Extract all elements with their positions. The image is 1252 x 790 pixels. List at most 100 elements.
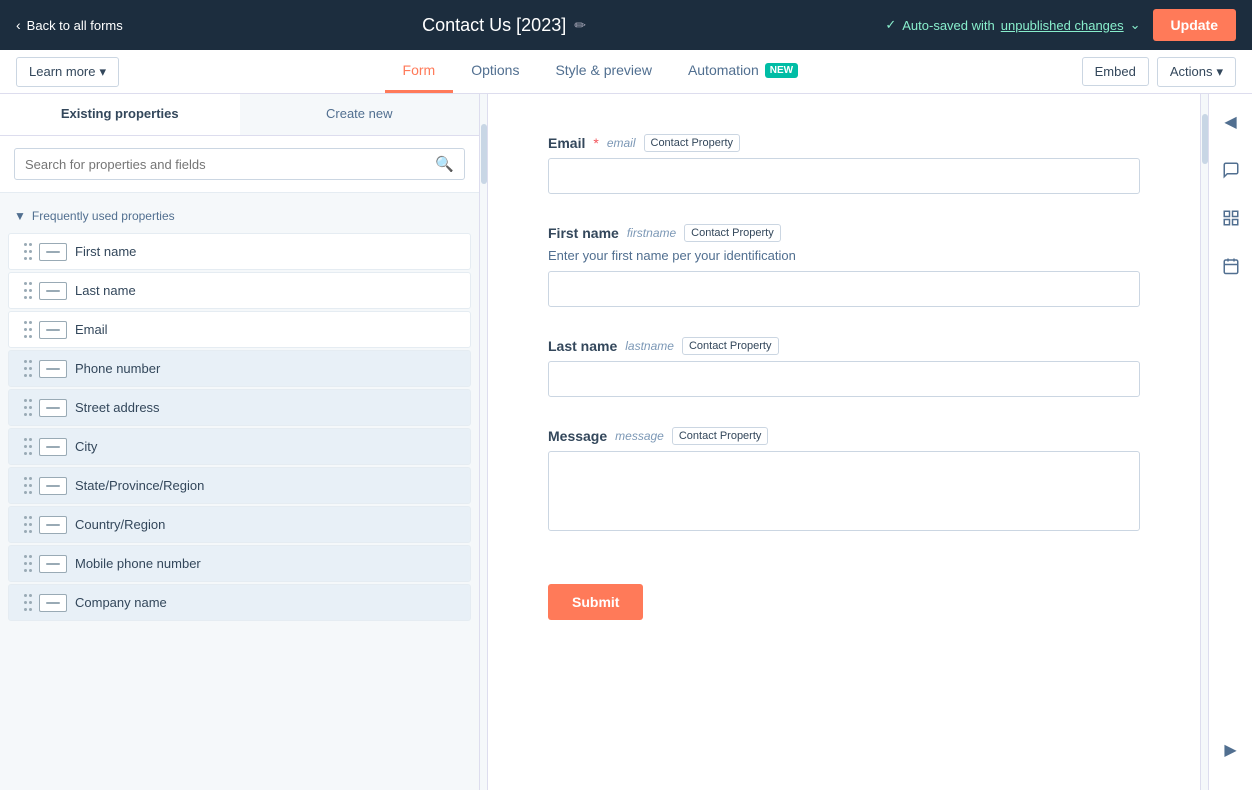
field-icon — [39, 516, 67, 534]
calendar-icon[interactable] — [1215, 250, 1247, 282]
email-slug: email — [607, 136, 636, 150]
list-item[interactable]: Phone number — [8, 350, 471, 387]
field-label-row: First name firstname Contact Property — [548, 224, 1140, 242]
list-item[interactable]: Street address — [8, 389, 471, 426]
update-button[interactable]: Update — [1153, 9, 1236, 41]
right-scrollbar — [1200, 94, 1208, 790]
learn-more-button[interactable]: Learn more ▾ — [16, 57, 119, 87]
scrollbar-thumb-right[interactable] — [1202, 114, 1208, 164]
field-icon — [39, 399, 67, 417]
list-item[interactable]: First name — [8, 233, 471, 270]
drag-handle-icon — [23, 476, 31, 495]
list-item[interactable]: Country/Region — [8, 506, 471, 543]
search-area: 🔍 — [0, 136, 479, 193]
field-icon — [39, 555, 67, 573]
scrollbar-thumb[interactable] — [481, 124, 487, 184]
checkmark-icon: ✓ — [885, 17, 896, 33]
property-name: City — [75, 439, 97, 454]
email-input[interactable] — [548, 158, 1140, 194]
lastname-slug: lastname — [625, 339, 674, 353]
field-label-row: Last name lastname Contact Property — [548, 337, 1140, 355]
chevron-down-icon: ▾ — [1216, 64, 1223, 80]
required-marker: * — [593, 135, 598, 151]
comment-icon[interactable] — [1215, 154, 1247, 186]
field-icon — [39, 243, 67, 261]
search-box: 🔍 — [14, 148, 465, 180]
firstname-label: First name — [548, 225, 619, 241]
panel-tab-switcher: Existing properties Create new — [0, 94, 479, 136]
embed-label: Embed — [1095, 64, 1136, 79]
top-bar: ‹ Back to all forms Contact Us [2023] ✏ … — [0, 0, 1252, 50]
email-label: Email — [548, 135, 585, 151]
drag-handle-icon — [23, 593, 31, 612]
firstname-input[interactable] — [548, 271, 1140, 307]
firstname-hint: Enter your first name per your identific… — [548, 248, 1140, 263]
collapse-icon[interactable]: ▼ — [14, 209, 26, 223]
property-name: State/Province/Region — [75, 478, 204, 493]
search-input[interactable] — [25, 157, 427, 172]
autosave-status: ✓ Auto-saved with unpublished changes ⌄ — [885, 17, 1140, 33]
lastname-property-badge: Contact Property — [682, 337, 779, 355]
drag-handle-icon — [23, 554, 31, 573]
top-bar-center: Contact Us [2023] ✏ — [422, 15, 586, 36]
left-scrollbar — [480, 94, 488, 790]
nav-bar: Learn more ▾ Form Options Style & previe… — [0, 50, 1252, 94]
property-name: First name — [75, 244, 136, 259]
list-item[interactable]: Company name — [8, 584, 471, 621]
property-name: Street address — [75, 400, 160, 415]
field-icon — [39, 360, 67, 378]
tab-automation[interactable]: Automation NEW — [670, 50, 816, 93]
field-icon — [39, 282, 67, 300]
grid-view-icon[interactable] — [1215, 202, 1247, 234]
email-property-badge: Contact Property — [644, 134, 741, 152]
list-item[interactable]: Email — [8, 311, 471, 348]
tab-create-new[interactable]: Create new — [240, 94, 480, 135]
property-name: Mobile phone number — [75, 556, 201, 571]
chevron-down-icon: ▾ — [99, 64, 106, 80]
nav-left: Learn more ▾ — [16, 57, 119, 87]
list-item[interactable]: Mobile phone number — [8, 545, 471, 582]
property-name: Last name — [75, 283, 136, 298]
lastname-input[interactable] — [548, 361, 1140, 397]
message-textarea[interactable] — [548, 451, 1140, 531]
property-name: Company name — [75, 595, 167, 610]
main-layout: Existing properties Create new 🔍 ▼ Frequ… — [0, 94, 1252, 790]
lastname-label: Last name — [548, 338, 617, 354]
expand-panel-icon[interactable]: ▶ — [1215, 734, 1247, 766]
property-name: Phone number — [75, 361, 160, 376]
message-property-badge: Contact Property — [672, 427, 769, 445]
autosave-text: Auto-saved with — [902, 18, 995, 33]
top-bar-left: ‹ Back to all forms — [16, 17, 123, 33]
unpublished-changes-link[interactable]: unpublished changes — [1001, 18, 1124, 33]
list-item[interactable]: State/Province/Region — [8, 467, 471, 504]
message-slug: message — [615, 429, 664, 443]
form-field-lastname: Last name lastname Contact Property — [548, 337, 1140, 397]
embed-button[interactable]: Embed — [1082, 57, 1149, 86]
field-icon — [39, 438, 67, 456]
collapse-panel-icon[interactable]: ◀ — [1215, 106, 1247, 138]
drag-handle-icon — [23, 281, 31, 300]
form-field-email: Email * email Contact Property — [548, 134, 1140, 194]
property-name: Country/Region — [75, 517, 165, 532]
drag-handle-icon — [23, 320, 31, 339]
field-label-row: Message message Contact Property — [548, 427, 1140, 445]
list-item[interactable]: Last name — [8, 272, 471, 309]
tab-options[interactable]: Options — [453, 50, 537, 93]
drag-handle-icon — [23, 515, 31, 534]
field-label-row: Email * email Contact Property — [548, 134, 1140, 152]
drag-handle-icon — [23, 398, 31, 417]
properties-list: ▼ Frequently used properties First name — [0, 193, 479, 790]
message-label: Message — [548, 428, 607, 444]
tab-existing-properties[interactable]: Existing properties — [0, 94, 240, 135]
submit-button[interactable]: Submit — [548, 584, 643, 620]
form-field-firstname: First name firstname Contact Property En… — [548, 224, 1140, 307]
tab-style-preview[interactable]: Style & preview — [537, 50, 669, 93]
back-button[interactable]: ‹ Back to all forms — [16, 17, 123, 33]
firstname-property-badge: Contact Property — [684, 224, 781, 242]
edit-icon[interactable]: ✏ — [574, 17, 586, 34]
tab-form[interactable]: Form — [385, 50, 454, 93]
list-item[interactable]: City — [8, 428, 471, 465]
actions-button[interactable]: Actions ▾ — [1157, 57, 1236, 87]
drag-handle-icon — [23, 359, 31, 378]
nav-tabs: Form Options Style & preview Automation … — [385, 50, 817, 93]
